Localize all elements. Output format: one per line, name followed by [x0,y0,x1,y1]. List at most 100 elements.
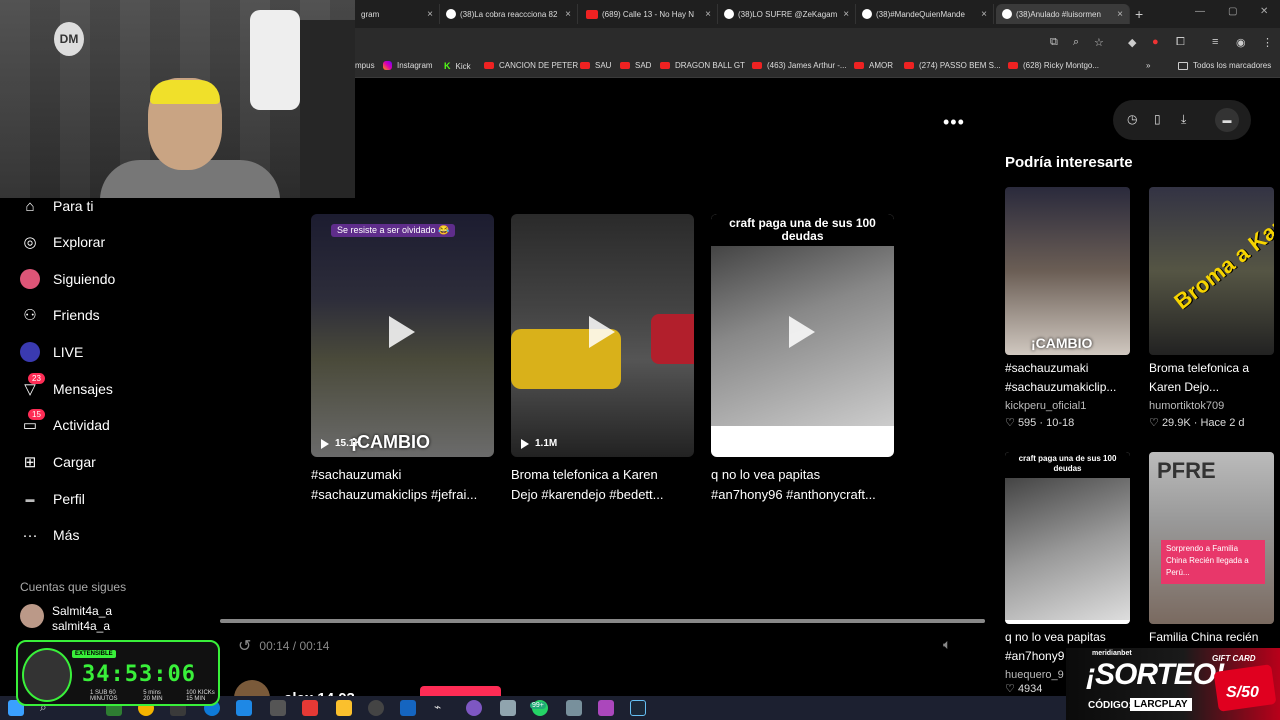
recommended-video[interactable]: ¡CAMBIO #sachauzumaki #sachauzumakiclip.… [1005,187,1130,429]
video-card[interactable]: 1.1M Broma telefonica a Karen Dejo #kare… [511,214,694,505]
video-caption[interactable]: #sachauzumaki [311,465,494,485]
maximize-icon[interactable]: ▢ [1228,6,1237,17]
autoscroll-icon[interactable]: ◷ [1127,112,1137,126]
recommended-caption[interactable]: Broma telefonica a [1149,359,1274,378]
obs-icon[interactable] [368,700,384,716]
tab-close-icon[interactable]: × [421,9,433,20]
video-caption[interactable]: #an7hony96 #anthonycraft... [711,485,894,505]
phone-icon[interactable]: ▯ [1154,112,1161,126]
profile-avatar-icon[interactable]: ◉ [1236,36,1246,49]
bookmark-item[interactable]: (463) James Arthur -... [752,61,847,70]
sidebar-item-explorar[interactable]: ◎ Explorar [20,232,105,252]
sidebar-item-cargar[interactable]: ⊞ Cargar [20,452,96,472]
sidebar-item-friends[interactable]: ⚇ Friends [20,305,99,325]
profile-avatar-icon[interactable]: ▬ [1215,108,1239,132]
browser-tab[interactable]: (38)#MandeQuienMande × [856,4,994,24]
extension-icon[interactable]: ◆ [1128,36,1136,49]
video-thumbnail[interactable]: craft paga una de sus 100 deudas 47.8K [711,214,894,457]
timer-stats: 1 SUB 60 MINUTOS 5 mins 20 MIN 100 KICKs… [90,690,218,702]
tab-close-icon[interactable]: × [837,9,849,20]
bookmark-item[interactable]: Instagram [383,61,433,70]
recommended-author[interactable]: kickperu_oficial1 [1005,400,1130,412]
recommended-thumbnail[interactable]: PFRE Sorprendo a Familia China Recién ll… [1149,452,1274,624]
app-icon[interactable]: ⌁ [434,700,450,716]
sidebar-item-label: Actividad [53,417,110,433]
calculator-icon[interactable] [566,700,582,716]
recommended-caption[interactable]: #sachauzumaki [1005,359,1130,378]
extension-red-icon[interactable]: ● [1152,36,1159,48]
all-bookmarks-button[interactable]: Todos los marcadores [1178,61,1271,70]
recommended-author[interactable]: humortiktok709 [1149,400,1274,412]
video-card[interactable]: craft paga una de sus 100 deudas 47.8K q… [711,214,894,505]
video-thumbnail[interactable]: Se resiste a ser olvidado 😂 ¡CAMBIO 15.1… [311,214,494,457]
sidebar-item-label: Más [53,527,80,543]
volume-icon[interactable]: 🔈︎ [943,636,951,653]
discord-icon[interactable] [466,700,482,716]
bookmark-item[interactable]: SAU [580,61,611,70]
app-icon[interactable] [302,700,318,716]
app-icon[interactable] [598,700,614,716]
folder-icon[interactable] [336,700,352,716]
bookmark-item[interactable]: (274) PASSO BEM S... [904,61,1001,70]
sidebar-item-mensajes[interactable]: ▽ 23 Mensajes [20,373,113,399]
recommended-caption[interactable]: Familia China recién [1149,628,1274,647]
bookmark-item[interactable]: CANCION DE PETER [484,61,578,70]
sidebar-item-siguiendo[interactable]: Siguiendo [20,269,115,289]
video-caption[interactable]: #sachauzumakiclips #jefrai... [311,485,494,505]
timer-stat: 1 SUB 60 MINUTOS [90,690,118,702]
minimize-icon[interactable]: — [1195,6,1205,17]
bookmark-item[interactable]: DRAGON BALL GT [660,61,745,70]
recommended-caption[interactable]: Karen Dejo... [1149,378,1274,397]
app-icon[interactable] [400,700,416,716]
recommended-video[interactable]: Broma a Karen Dejo Broma telefonica a Ka… [1149,187,1274,429]
recommended-video[interactable]: PFRE Sorprendo a Familia China Recién ll… [1149,452,1274,647]
tab-close-icon[interactable]: × [559,9,571,20]
sidebar-item-para-ti[interactable]: ⌂ Para ti [20,196,93,216]
replay-icon[interactable]: ↺ [238,636,251,656]
bookmarks-overflow-button[interactable]: » [1146,61,1150,70]
browser-tab-active[interactable]: (38)Anulado #luisormen × [996,4,1130,24]
tab-close-icon[interactable]: × [1111,9,1123,20]
bookmark-star-icon[interactable]: ☆ [1094,36,1104,49]
bookmark-item[interactable]: K Kick [444,61,471,71]
app-icon[interactable] [270,700,286,716]
video-thumbnail[interactable]: 1.1M [511,214,694,457]
sidebar-item-live[interactable]: LIVE [20,342,83,362]
reading-list-icon[interactable]: ≡ [1212,36,1218,48]
browser-tab[interactable]: (38)LO SUFRE @ZeKagam × [718,4,856,24]
recommended-thumbnail[interactable]: ¡CAMBIO [1005,187,1130,355]
video-caption[interactable]: q no lo vea papitas [711,465,894,485]
extensions-puzzle-icon[interactable]: ⧠ [1176,36,1185,49]
following-user[interactable]: Salmit4a_a salmit4a_a [20,604,112,634]
download-icon[interactable]: ⤓ [1181,112,1186,127]
recommended-thumbnail[interactable]: Broma a Karen Dejo [1149,187,1274,355]
tab-close-icon[interactable]: × [699,9,711,20]
sidebar-item-actividad[interactable]: ▭ 15 Actividad [20,409,110,435]
bookmark-item[interactable]: mpus [355,61,375,70]
steam-icon[interactable] [630,700,646,716]
sidebar-item-perfil[interactable]: ▬ Perfil [20,489,85,509]
recommended-caption[interactable]: #sachauzumakiclip... [1005,378,1130,397]
more-options-button[interactable]: ••• [943,112,965,133]
new-tab-button[interactable]: + [1135,6,1143,22]
recommended-caption[interactable]: q no lo vea papitas [1005,628,1130,647]
sidebar-item-mas[interactable]: ··· Más [20,525,80,545]
bookmark-item[interactable]: AMOR [854,61,893,70]
video-caption[interactable]: Dejo #karendejo #bedett... [511,485,694,505]
bookmark-item[interactable]: SAD [620,61,651,70]
video-card[interactable]: Se resiste a ser olvidado 😂 ¡CAMBIO 15.1… [311,214,494,505]
browser-tab[interactable]: (38)La cobra reaccciona 82 × [440,4,578,24]
browser-tab[interactable]: (689) Calle 13 - No Hay N × [580,4,718,24]
close-window-icon[interactable]: ✕ [1260,6,1268,17]
cast-icon[interactable]: ⧉ [1050,36,1058,49]
video-progress-bar[interactable] [220,619,985,623]
recommended-thumbnail[interactable]: craft paga una de sus 100 deudas [1005,452,1130,624]
bookmark-item[interactable]: (628) Ricky Montgo... [1008,61,1099,70]
browser-menu-icon[interactable]: ⋮ [1262,36,1273,49]
tab-close-icon[interactable]: × [975,9,987,20]
mail-icon[interactable] [236,700,252,716]
app-icon[interactable] [500,700,516,716]
zoom-icon[interactable]: ⌕ [1073,36,1079,49]
video-caption[interactable]: Broma telefonica a Karen [511,465,694,485]
browser-tab[interactable]: gram × [355,4,440,24]
